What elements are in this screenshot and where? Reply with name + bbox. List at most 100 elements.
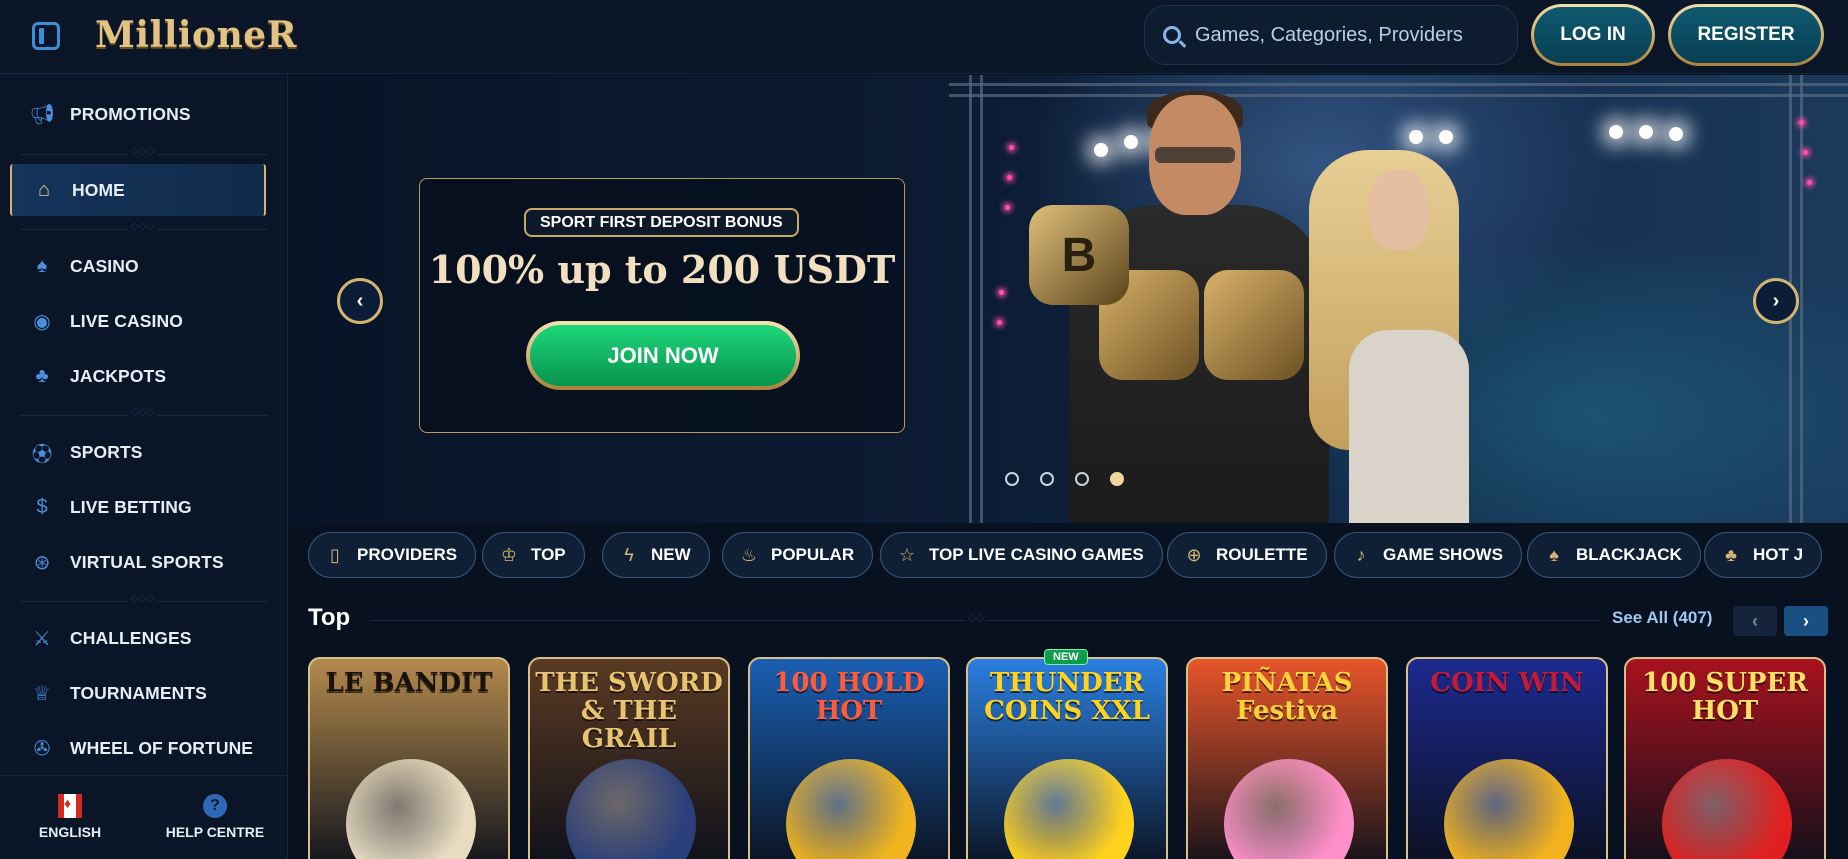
sidebar-item-label: CASINO (70, 255, 139, 276)
see-all-link[interactable]: See All (407) (1612, 608, 1712, 628)
home-icon: ⌂ (37, 178, 51, 201)
hero-woman-figure (1299, 150, 1489, 523)
category-tabs: ▯ PROVIDERS ♔ TOP ϟ NEW ♨ POPULAR ☆ TOP … (308, 532, 1848, 578)
sidebar-item-label: WHEEL OF FORTUNE (70, 737, 254, 758)
new-badge: NEW (1044, 649, 1088, 665)
sidebar-item-casino[interactable]: ♠ CASINO (10, 240, 266, 292)
game-card[interactable]: LE BANDIT (308, 657, 510, 859)
sidebar-item-virtual-sports[interactable]: ⊛ VIRTUAL SPORTS (10, 536, 266, 588)
sidebar-item-live-betting[interactable]: $ LIVE BETTING (10, 481, 266, 533)
cards-icon: ♠ (1549, 544, 1559, 565)
sidebar-item-sports[interactable]: ⚽︎ SPORTS (10, 426, 266, 478)
game-card[interactable]: COIN WIN (1406, 657, 1608, 859)
game-card[interactable]: 100 HOLD HOT (748, 657, 950, 859)
sidebar-item-label: SPORTS (70, 441, 143, 462)
tab-top-live-casino-games[interactable]: ☆ TOP LIVE CASINO GAMES (880, 532, 1163, 578)
lightning-icon: ϟ (624, 544, 634, 565)
tab-blackjack[interactable]: ♠ BLACKJACK (1527, 532, 1701, 578)
carousel-next-button[interactable]: › (1753, 278, 1799, 324)
sidebar-item-wheel-of-fortune[interactable]: ✇ WHEEL OF FORTUNE (10, 722, 266, 774)
stage-light (1639, 125, 1653, 139)
chevron-right-icon: › (1803, 610, 1809, 631)
tab-label: BLACKJACK (1576, 545, 1682, 564)
site-logo[interactable]: MillioneR (95, 14, 297, 56)
sidebar-item-label: VIRTUAL SPORTS (70, 551, 224, 572)
stage-light (1007, 175, 1012, 180)
woman-face (1369, 170, 1429, 250)
game-card[interactable]: 100 SUPER HOT (1624, 657, 1826, 859)
megaphone-icon: 📢︎ (29, 103, 55, 126)
sidebar-toggle-icon[interactable] (32, 22, 60, 50)
carousel-prev-button[interactable]: ‹ (337, 278, 383, 324)
stage-light (1009, 145, 1014, 150)
join-now-button[interactable]: JOIN NOW (526, 321, 800, 390)
top-header: MillioneR LOG IN REGISTER (0, 0, 1848, 74)
book-icon: ▯ (330, 544, 340, 565)
game-card[interactable]: PIÑATAS Festiva (1186, 657, 1388, 859)
register-button[interactable]: REGISTER (1668, 4, 1824, 66)
carousel-dot[interactable] (1005, 472, 1019, 486)
section-divider (370, 613, 1600, 624)
tab-label: TOP (531, 545, 566, 564)
game-title: LE BANDIT (325, 668, 493, 698)
tab-providers[interactable]: ▯ PROVIDERS (308, 532, 477, 578)
tab-new[interactable]: ϟ NEW (602, 532, 710, 578)
search-bar[interactable] (1144, 5, 1518, 65)
stage-light (1803, 150, 1808, 155)
champion-belt (1204, 270, 1304, 380)
bitcoin-coin-icon: B (1029, 205, 1129, 305)
sidebar-item-label: PROMOTIONS (70, 103, 191, 124)
help-centre-link[interactable]: ? HELP CENTRE (160, 794, 270, 840)
man-glasses (1155, 147, 1235, 163)
tab-label: GAME SHOWS (1383, 545, 1503, 564)
section-title: Top (308, 604, 351, 631)
register-button-label: REGISTER (1671, 7, 1821, 63)
game-art (1662, 759, 1792, 859)
search-icon (1163, 26, 1181, 44)
tab-hot-jackpots[interactable]: ♣ HOT J (1704, 532, 1823, 578)
game-card[interactable]: THUNDER COINS XXL (966, 657, 1168, 859)
stage-light (1807, 180, 1812, 185)
tab-game-shows[interactable]: ♪ GAME SHOWS (1334, 532, 1522, 578)
tab-top[interactable]: ♔ TOP (482, 532, 585, 578)
tab-roulette[interactable]: ⊕ ROULETTE (1167, 532, 1327, 578)
carousel-dot[interactable] (1075, 472, 1089, 486)
chili-icon: ♣ (1725, 544, 1737, 565)
hero-banner[interactable]: B SPORT FIRST DEPOSIT BONUS 100% up to 2… (289, 75, 1848, 523)
tab-popular[interactable]: ♨ POPULAR (722, 532, 874, 578)
game-art (346, 759, 476, 859)
sidebar-item-home[interactable]: ⌂ HOME (10, 164, 266, 216)
sidebar-item-tournaments[interactable]: ♕ TOURNAMENTS (10, 667, 266, 719)
search-input[interactable] (1195, 23, 1495, 47)
carousel-dots (1005, 472, 1124, 486)
chevron-left-icon: ‹ (356, 289, 364, 312)
help-centre-label: HELP CENTRE (165, 824, 265, 840)
games-next-button[interactable]: › (1784, 606, 1828, 636)
carousel-dot[interactable] (1040, 472, 1054, 486)
woman-dress (1349, 330, 1469, 523)
carousel-dot-active[interactable] (1110, 472, 1124, 486)
stage-light (1669, 127, 1683, 141)
tab-label: NEW (651, 545, 691, 564)
sidebar-item-jackpots[interactable]: ♣ JACKPOTS (10, 350, 266, 402)
star-icon: ☆ (898, 544, 916, 565)
stage-truss (969, 75, 983, 523)
virtual-sports-icon: ⊛ (33, 551, 51, 574)
sidebar-divider (20, 221, 268, 232)
games-prev-button[interactable]: ‹ (1733, 606, 1777, 636)
sidebar-item-promotions[interactable]: 📢︎ PROMOTIONS (10, 88, 266, 140)
stage-light (1439, 130, 1453, 144)
sidebar-item-challenges[interactable]: ⚔︎ CHALLENGES (10, 612, 266, 664)
login-button[interactable]: LOG IN (1531, 4, 1655, 66)
language-selector[interactable]: ENGLISH (30, 794, 110, 840)
game-art (1224, 759, 1354, 859)
live-casino-icon: ◉ (33, 310, 51, 333)
help-icon: ? (203, 794, 227, 818)
microphone-icon: ♪ (1356, 544, 1366, 565)
sidebar-divider (20, 407, 268, 418)
sidebar-item-live-casino[interactable]: ◉ LIVE CASINO (10, 295, 266, 347)
game-card[interactable]: THE SWORD & THE GRAIL (528, 657, 730, 859)
game-title: COIN WIN (1430, 668, 1584, 698)
game-title: PIÑATAS Festiva (1221, 668, 1353, 726)
sidebar-item-label: LIVE BETTING (70, 496, 192, 517)
